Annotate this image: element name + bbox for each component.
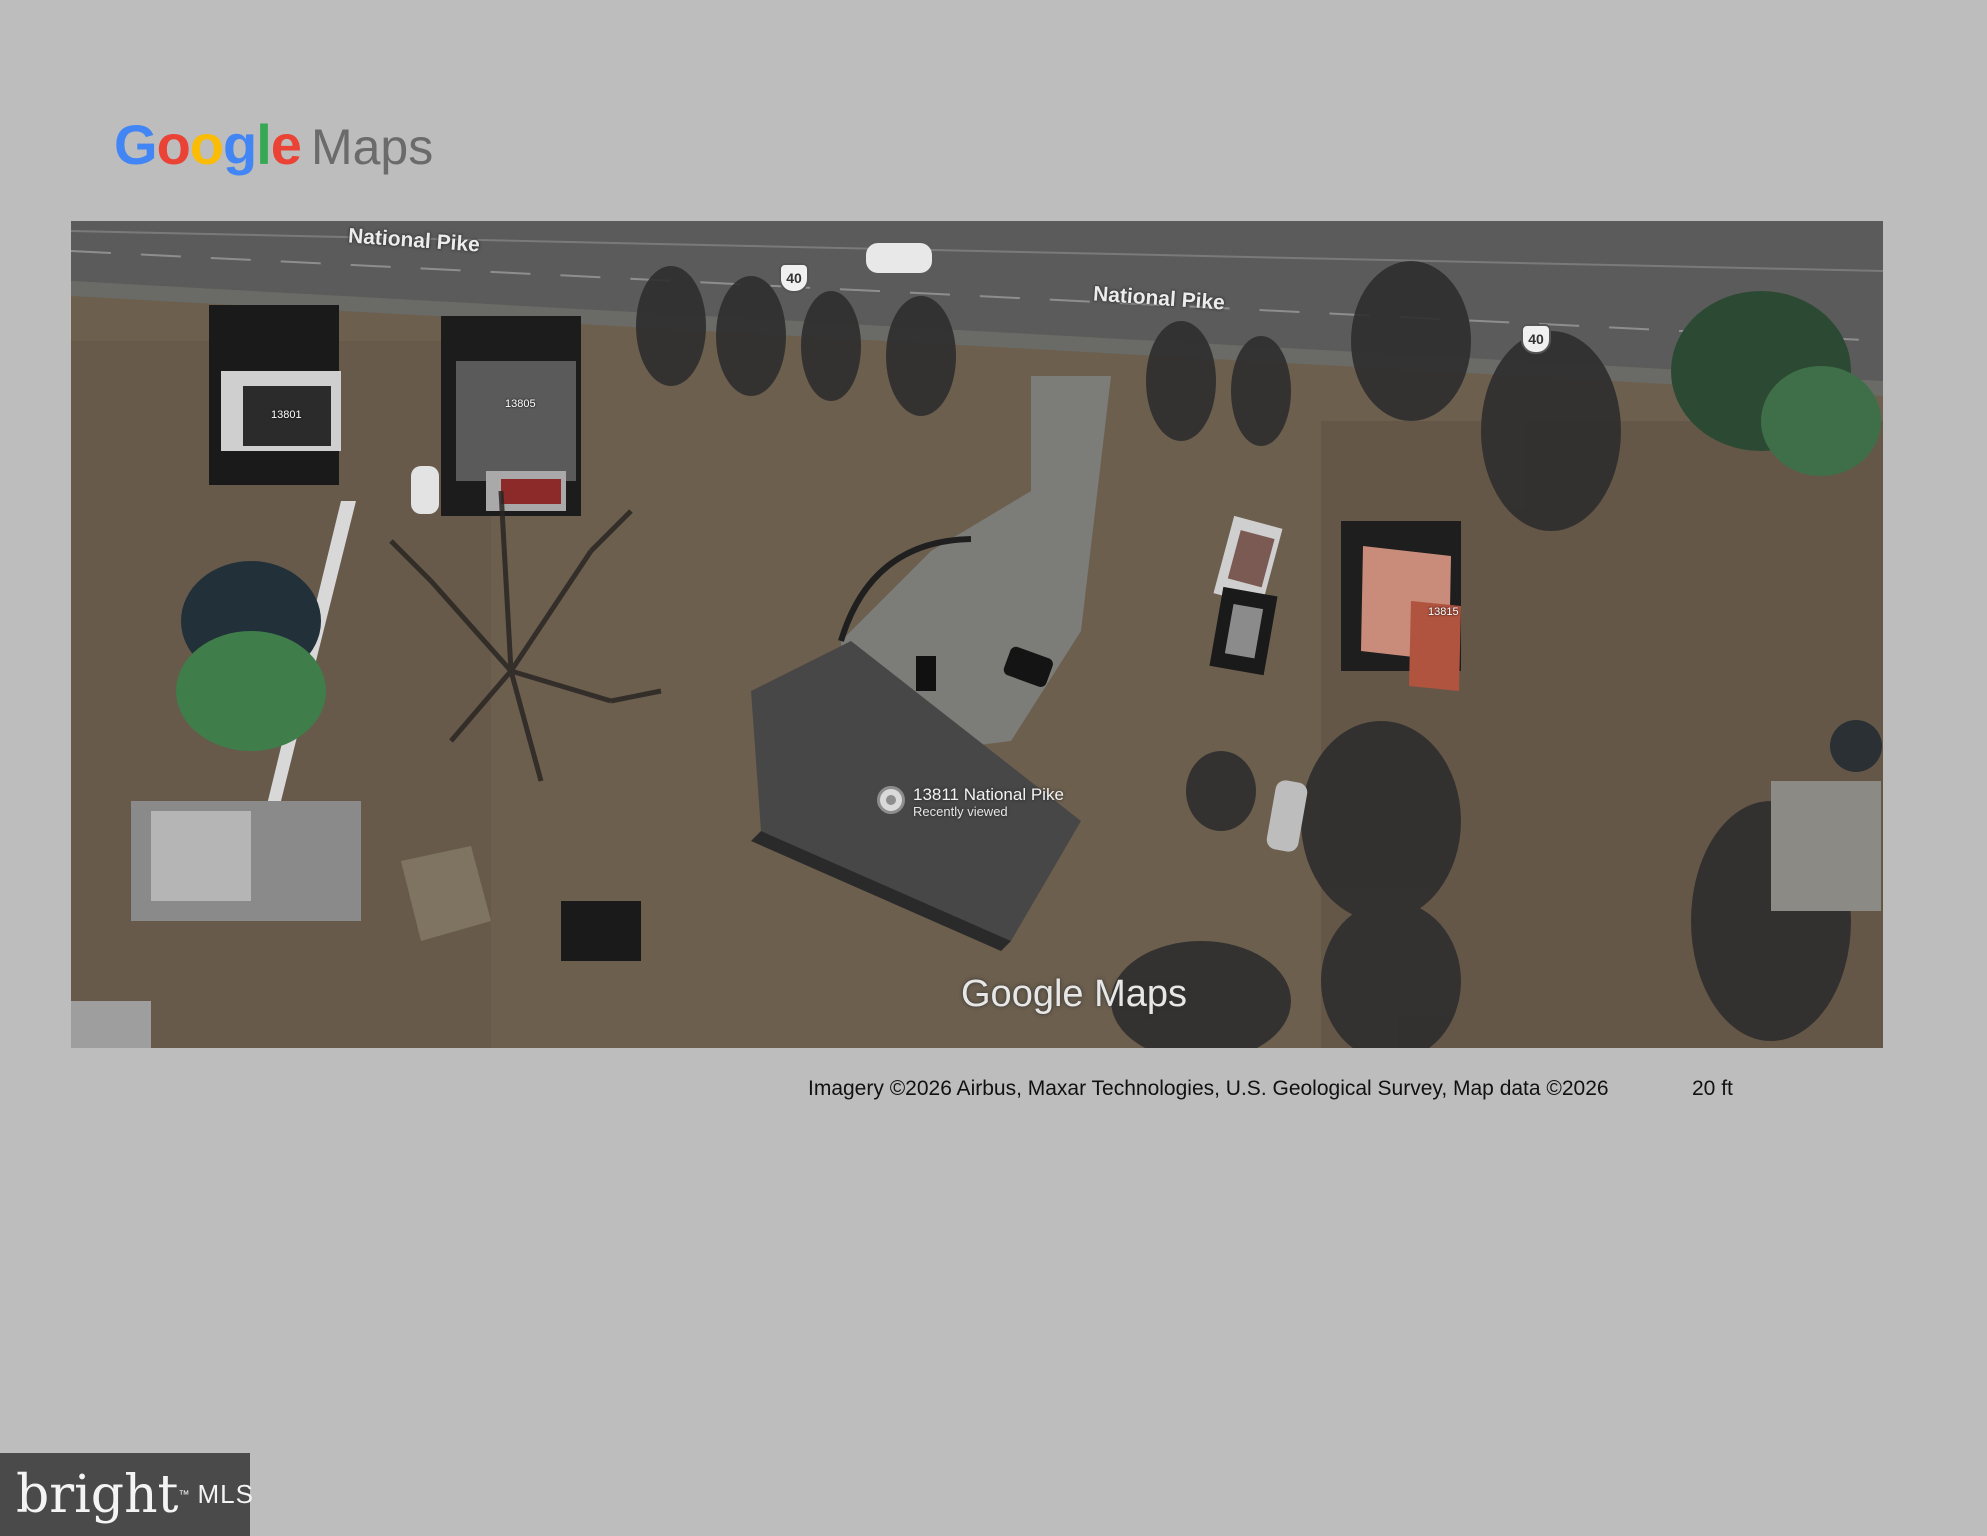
house-number-label: 13801: [271, 409, 302, 421]
house-number-label: 13815: [1428, 606, 1459, 618]
google-logo-text: Google: [114, 112, 302, 177]
us-route-shield-icon: 40: [779, 263, 809, 293]
pin-address-label: 13811 National Pike: [913, 785, 1064, 804]
map-scale-label: 20 ft: [1692, 1077, 1733, 1100]
pin-status-label: Recently viewed: [913, 804, 1008, 819]
house-number-label: 13805: [505, 398, 536, 410]
mls-logo-text: MLS: [197, 1479, 254, 1509]
google-maps-logo: Google Maps: [114, 112, 433, 182]
trademark-mark: ™: [178, 1488, 190, 1501]
logo-letter: o: [189, 113, 224, 176]
logo-letter: G: [114, 113, 158, 176]
logo-letter: l: [256, 113, 272, 176]
satellite-imagery: [71, 221, 1883, 1048]
logo-letter: g: [223, 113, 257, 176]
location-pin-icon[interactable]: [877, 786, 905, 814]
maps-logo-text: Maps: [310, 119, 434, 175]
bright-logo-text: bright: [16, 1464, 179, 1525]
bright-mls-badge: bright ™ MLS: [0, 1453, 254, 1536]
google-maps-watermark: Google Maps: [961, 973, 1188, 1015]
location-pin-marker[interactable]: 13811 National Pike Recently viewed: [877, 786, 1064, 820]
satellite-map[interactable]: National Pike National Pike 40 40 13801 …: [71, 221, 1883, 1048]
us-route-shield-icon: 40: [1521, 324, 1551, 354]
logo-letter: e: [270, 113, 302, 176]
logo-letter: o: [156, 113, 191, 176]
map-attribution: Imagery ©2026 Airbus, Maxar Technologies…: [808, 1077, 1609, 1100]
